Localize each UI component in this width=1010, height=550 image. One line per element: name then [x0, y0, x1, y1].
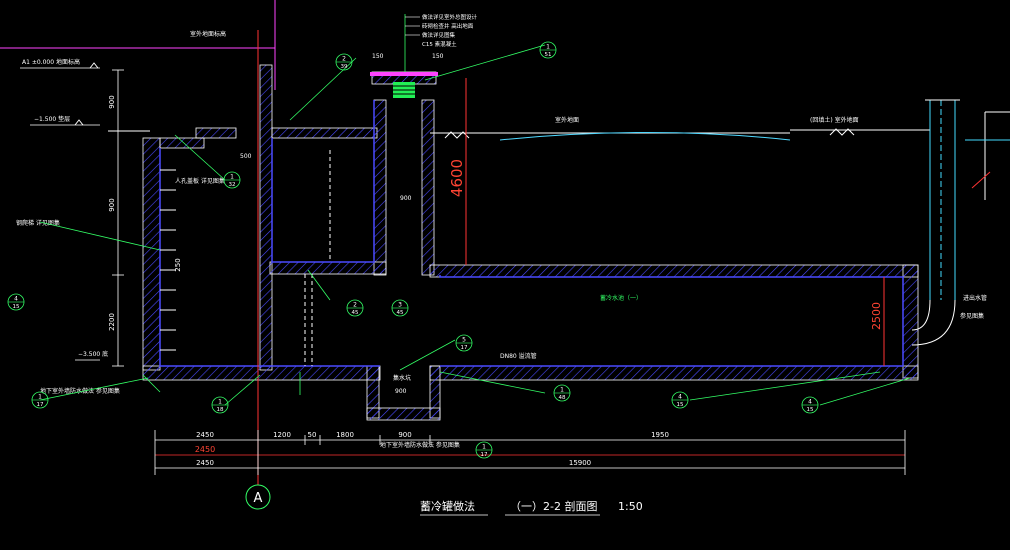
axis-label: A	[254, 491, 263, 506]
dimension-4600: 4600	[448, 78, 467, 265]
callout-top: 2	[353, 302, 357, 309]
bottom-dimension-texts: 2450 1200 50 1800 900 1950 2450 2450 159…	[195, 431, 669, 467]
callout-bottom: 48	[559, 395, 566, 401]
callout-top: 1	[218, 399, 222, 406]
dim-2500: 2500	[870, 302, 883, 330]
callout-top: 1	[560, 387, 564, 394]
callout-top: 4	[808, 399, 812, 406]
callout-bubble: 415	[801, 396, 819, 414]
leader-lines	[39, 44, 911, 406]
callout-bubble: 345	[391, 299, 409, 317]
svg-text:地下室外墙防水做法 参见图集: 地下室外墙防水做法 参见图集	[380, 441, 460, 449]
callout-bottom: 17	[481, 452, 488, 458]
callout-bubble: 117	[31, 391, 49, 409]
callout-top: 1	[482, 444, 486, 451]
callout-top: 5	[462, 337, 466, 344]
tank-label: 蓄冷水池（一）	[600, 294, 642, 302]
callout-top: 4	[14, 296, 18, 303]
dim-4600: 4600	[448, 159, 466, 197]
top-left-note: 室外地面标高	[190, 30, 226, 38]
svg-text:地下室外墙防水做法 参见图集: 地下室外墙防水做法 参见图集	[40, 387, 120, 395]
svg-text:C15 素混凝土: C15 素混凝土	[422, 40, 457, 48]
section-drawing: A 4600 2500 900 900 250 2200 2450 1200 5…	[0, 0, 1010, 516]
svg-text:人孔盖板 详见图集: 人孔盖板 详见图集	[175, 177, 225, 185]
callout-bottom: 15	[677, 402, 684, 408]
callout-bottom: 17	[461, 345, 468, 351]
svg-text:砖砌检查井 高出地面: 砖砌检查井 高出地面	[422, 22, 474, 30]
drawing-scale: 1:50	[618, 500, 643, 513]
svg-text:2450: 2450	[195, 445, 215, 454]
right-pipe	[911, 99, 1010, 346]
svg-text:1950: 1950	[651, 431, 669, 439]
interior-pipe	[304, 150, 331, 366]
callout-bottom: 15	[807, 407, 814, 413]
svg-text:做法详见图集: 做法详见图集	[422, 31, 456, 39]
overflow-label: DN80 溢流管	[500, 352, 537, 360]
callout-bottom: 17	[37, 402, 44, 408]
callout-bubble: 415	[7, 293, 25, 311]
svg-text:2450: 2450	[196, 431, 214, 439]
section-title: （一）2-2 剖面图	[510, 499, 597, 513]
svg-text:50: 50	[308, 431, 317, 439]
level-3: −3.500 底	[78, 350, 108, 358]
ground-labels: 室外地面 (回填土) 室外地面 蓄冷水池（一） DN80 溢流管 集水坑 进出水…	[16, 116, 987, 449]
svg-text:150: 150	[372, 53, 384, 60]
callout-bottom: 39	[341, 64, 348, 70]
callout-bubble: 517	[455, 334, 473, 352]
callout-top: 4	[678, 394, 682, 401]
svg-text:2450: 2450	[196, 459, 214, 467]
dimension-2500: 2500	[870, 277, 885, 366]
callout-top: 1	[230, 174, 234, 181]
callout-top: 2	[342, 56, 346, 63]
svg-text:15900: 15900	[569, 459, 591, 467]
svg-text:250: 250	[174, 258, 182, 271]
svg-text:钢爬梯 详见图集: 钢爬梯 详见图集	[16, 219, 60, 227]
sump-label: 集水坑	[393, 374, 411, 382]
svg-text:900: 900	[108, 95, 116, 108]
svg-text:做法详见室外总图设计: 做法详见室外总图设计	[422, 13, 478, 21]
drawing-title: 蓄冷罐做法	[420, 499, 475, 513]
callout-bubbles: 239151132245345517148117415 415415118117	[7, 41, 819, 459]
callout-bottom: 45	[397, 310, 404, 316]
callout-bottom: 18	[217, 407, 224, 413]
svg-text:900: 900	[398, 431, 411, 439]
callout-bubble: 118	[211, 396, 229, 414]
callout-bubble: 132	[223, 171, 241, 189]
svg-text:500: 500	[240, 153, 252, 160]
callout-bottom: 32	[229, 182, 236, 188]
bottom-dimensions	[154, 430, 906, 475]
title-block: 蓄冷罐做法 （一）2-2 剖面图 1:50	[420, 499, 643, 516]
callout-bubble: 415	[671, 391, 689, 409]
top-center-notes: 做法详见室外总图设计 砖砌检查井 高出地面 做法详见图集 C15 素混凝土	[404, 13, 478, 72]
svg-text:(回填土) 室外地面: (回填土) 室外地面	[810, 116, 859, 124]
level-markers: A1 ±0.000 地面标高 −1.500 垫层 −3.500 底 室外地面标高	[20, 30, 226, 361]
callout-bubble: 148	[553, 384, 571, 402]
level-2: −1.500 垫层	[34, 115, 70, 123]
callout-bottom: 45	[352, 310, 359, 316]
callout-top: 3	[398, 302, 402, 309]
svg-text:900: 900	[108, 198, 116, 211]
svg-text:1200: 1200	[273, 431, 291, 439]
svg-text:参见图集: 参见图集	[960, 312, 984, 320]
callout-bottom: 15	[13, 304, 20, 310]
callout-bubble: 245	[346, 299, 364, 317]
magenta-frame	[0, 0, 276, 90]
svg-text:室外地面: 室外地面	[555, 116, 579, 124]
svg-text:2200: 2200	[108, 313, 116, 331]
svg-text:150: 150	[432, 53, 444, 60]
svg-text:1800: 1800	[336, 431, 354, 439]
level-1: A1 ±0.000 地面标高	[22, 58, 80, 66]
callout-bubble: 239	[335, 53, 353, 71]
callout-top: 1	[546, 44, 550, 51]
callout-bubble: 151	[539, 41, 557, 59]
manhole-cover	[370, 72, 438, 98]
pipe-label: 进出水管	[963, 294, 987, 302]
callout-bubble: 117	[475, 441, 493, 459]
svg-text:900: 900	[395, 388, 407, 395]
cad-canvas: A 4600 2500 900 900 250 2200 2450 1200 5…	[0, 0, 1010, 550]
callout-top: 1	[38, 394, 42, 401]
svg-text:900: 900	[400, 195, 412, 202]
callout-bottom: 51	[545, 52, 552, 58]
